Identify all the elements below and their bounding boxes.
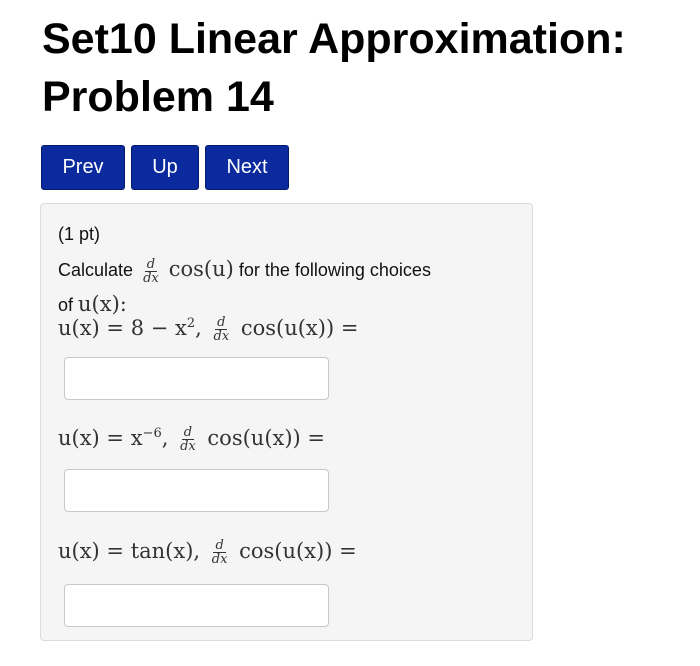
intro-after: for the following choices <box>238 260 431 280</box>
derivative-operator: d dx <box>143 256 159 286</box>
problem-nav: Prev Up Next <box>41 145 289 190</box>
question-1-u-def: u(x) = 8 − x <box>58 316 187 340</box>
page-title-line2: Problem 14 <box>42 73 274 121</box>
intro-before: Calculate <box>58 260 134 280</box>
question-1-exponent: 2 <box>186 316 196 331</box>
intro-line2: of <box>58 295 74 315</box>
question-3-tail: cos(u(x)) = <box>239 539 357 563</box>
up-button[interactable]: Up <box>131 145 199 190</box>
points-label: (1 pt) <box>58 224 101 244</box>
answer-input-2[interactable] <box>64 469 329 512</box>
answer-input-1[interactable] <box>64 357 329 400</box>
derivative-operator: d dx <box>211 538 228 567</box>
question-2-tail: cos(u(x)) = <box>207 426 326 450</box>
intro-colon: : <box>119 292 127 316</box>
answer-input-3[interactable] <box>64 584 329 627</box>
cos-u-expression: cos(u) <box>168 257 234 281</box>
u-of-x-expression: u(x) <box>78 292 120 316</box>
page-title-line1: Set10 Linear Approximation: <box>42 15 626 63</box>
question-2-exponent: −6 <box>142 426 162 441</box>
next-button[interactable]: Next <box>205 145 289 190</box>
question-2: u(x) = x−6, d dx cos(u(x)) = <box>58 425 326 454</box>
question-3: u(x) = tan(x), d dx cos(u(x)) = <box>58 538 357 567</box>
question-1-tail: cos(u(x)) = <box>240 316 359 340</box>
derivative-operator: d dx <box>180 425 196 454</box>
page-title: Set10 Linear Approximation: Problem 14 <box>42 10 700 126</box>
derivative-operator: d dx <box>213 315 230 344</box>
question-2-u-def: u(x) = x <box>58 426 143 450</box>
prev-button[interactable]: Prev <box>41 145 125 190</box>
problem-intro: Calculate d dx cos(u) for the following … <box>58 252 528 322</box>
question-3-u-def: u(x) = tan(x) <box>58 539 194 563</box>
question-1: u(x) = 8 − x2, d dx cos(u(x)) = <box>58 315 359 344</box>
problem-box: (1 pt) Calculate d dx cos(u) for the fol… <box>40 203 533 641</box>
